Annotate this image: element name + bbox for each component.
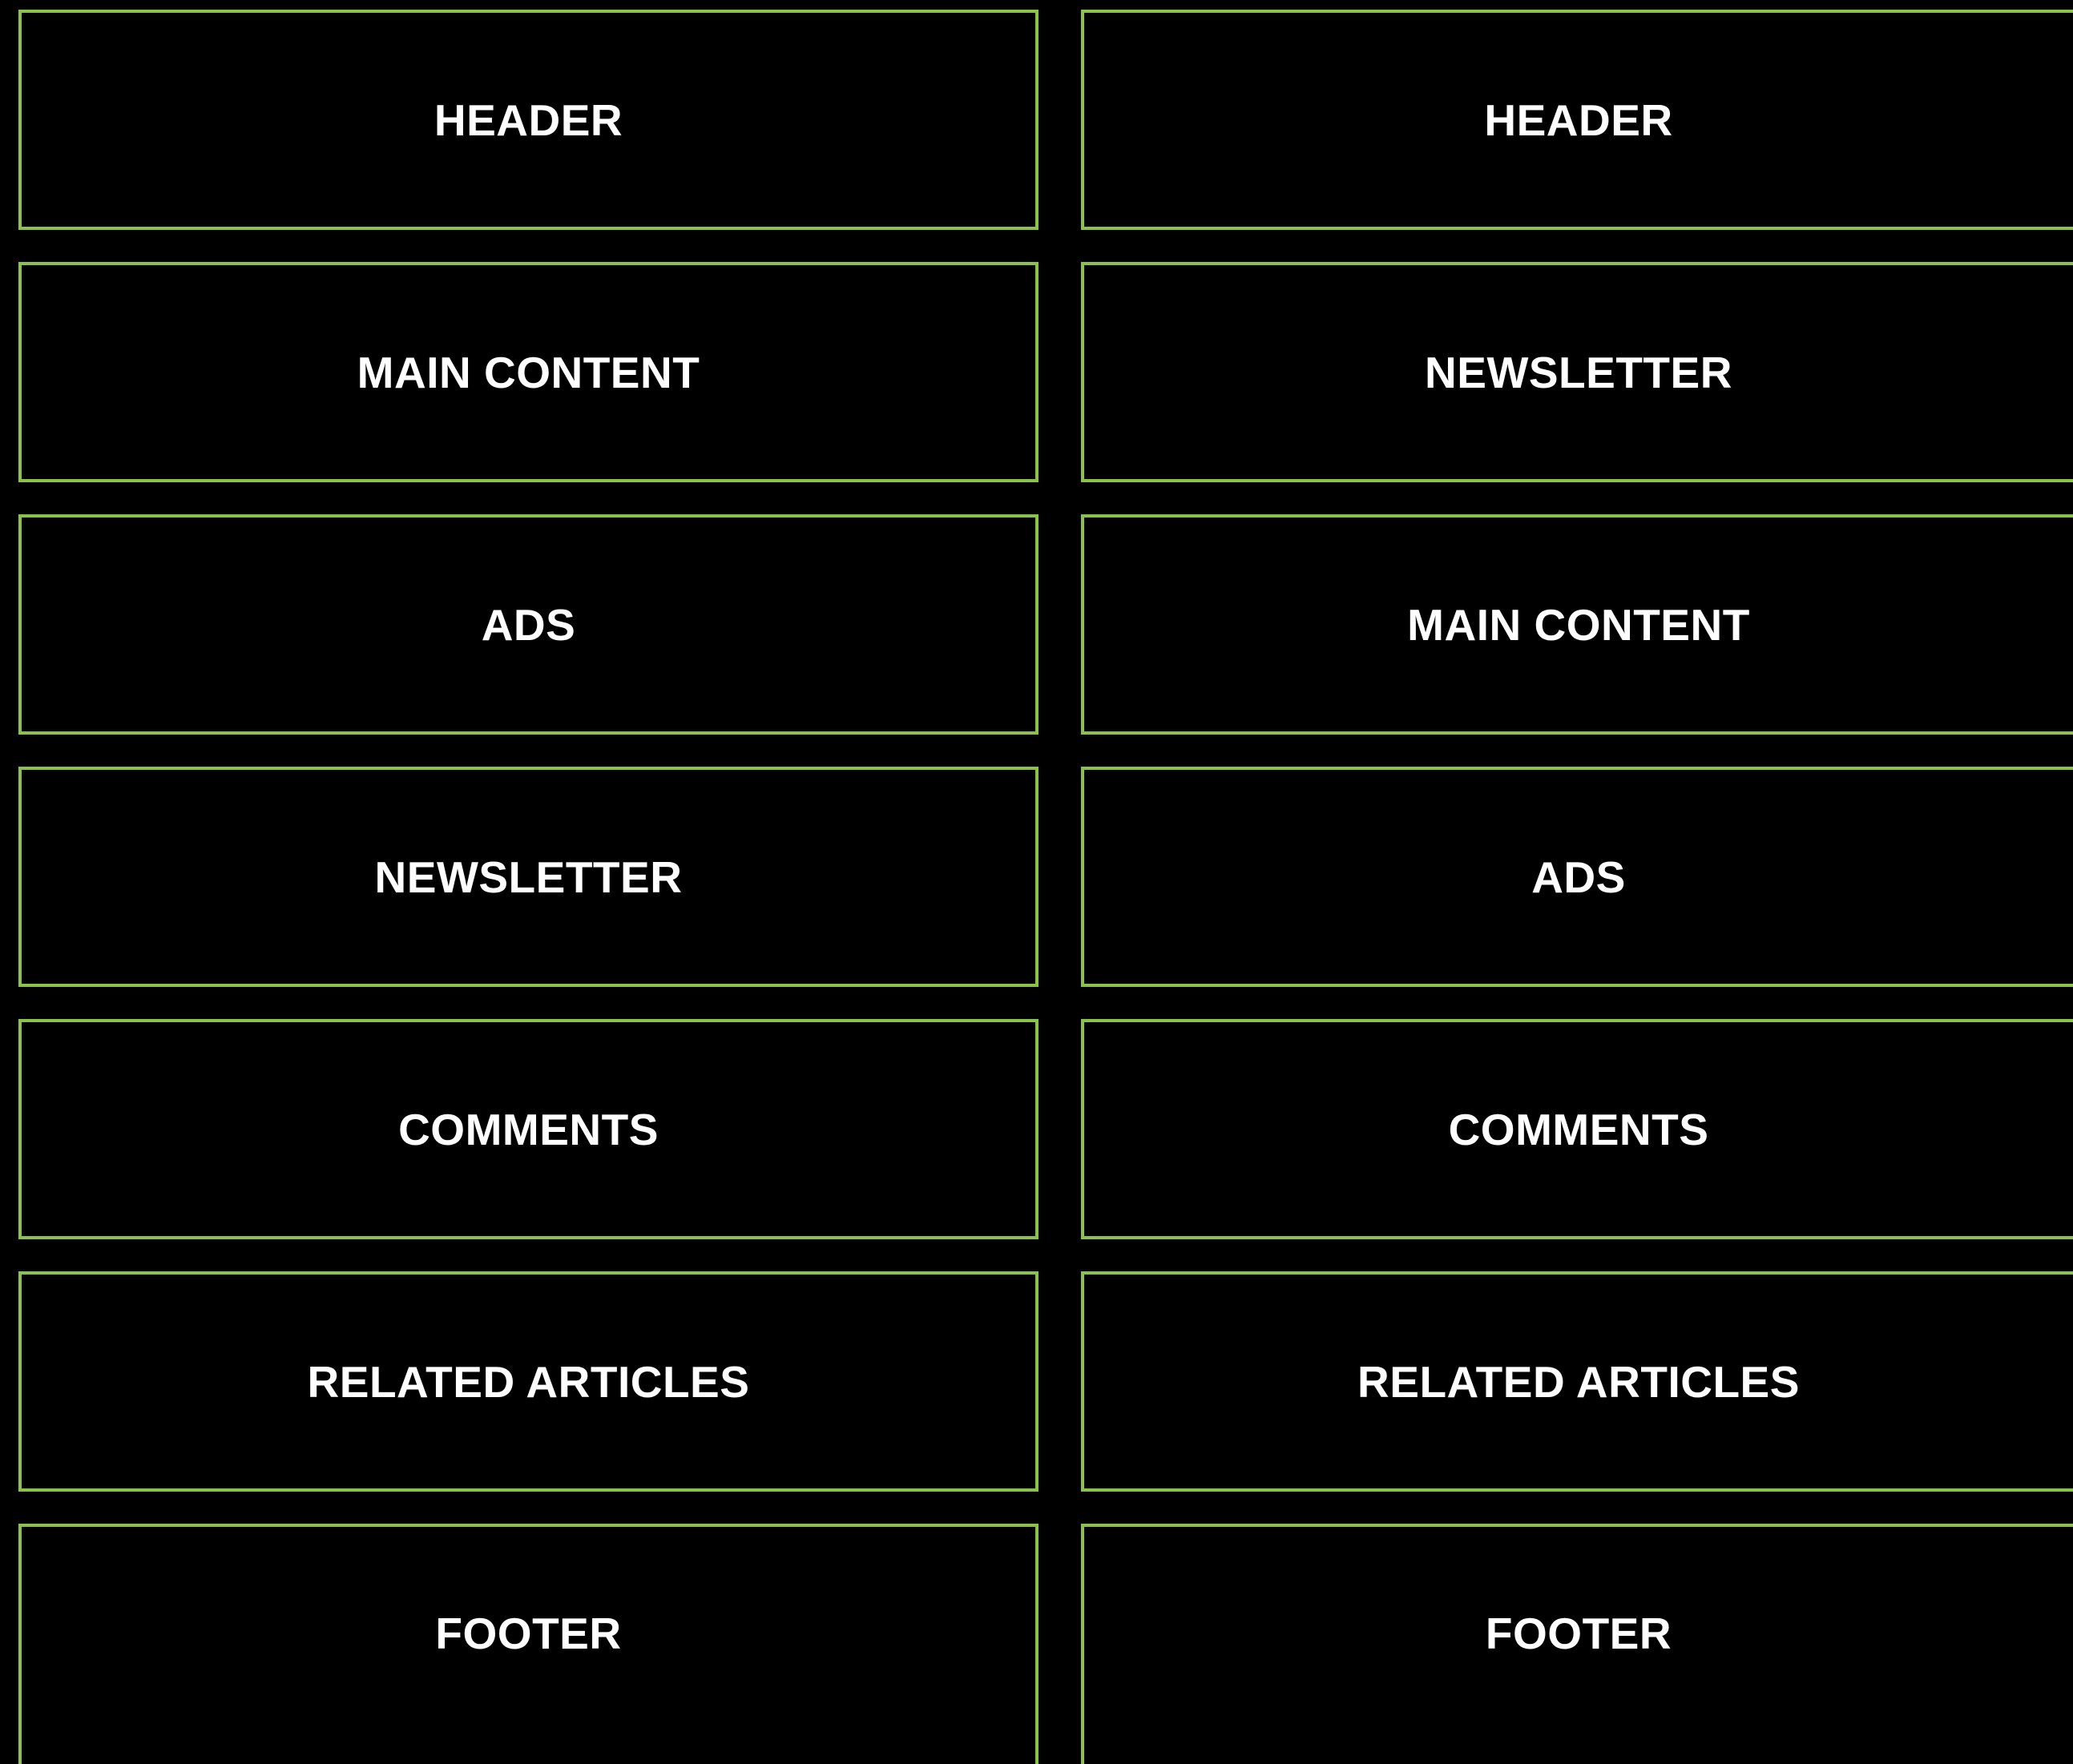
block-label: MAIN CONTENT (1407, 599, 1750, 650)
block-label: FOOTER (435, 1609, 622, 1658)
right-ads-block: ADS (1081, 767, 2073, 987)
block-label: NEWSLETTER (374, 852, 683, 902)
left-ads-block: ADS (18, 514, 1039, 735)
left-comments-block: COMMENTS (18, 1019, 1039, 1239)
block-label: NEWSLETTER (1425, 347, 1732, 397)
block-label: RELATED ARTICLES (307, 1356, 750, 1407)
left-newsletter-block: NEWSLETTER (18, 767, 1039, 987)
left-header-block: HEADER (18, 10, 1039, 230)
block-label: MAIN CONTENT (357, 347, 700, 397)
block-label: COMMENTS (398, 1104, 659, 1154)
block-label: RELATED ARTICLES (1357, 1356, 1800, 1407)
right-footer-block: FOOTER (1081, 1524, 2073, 1764)
right-main-content-block: MAIN CONTENT (1081, 514, 2073, 735)
left-related-articles-block: RELATED ARTICLES (18, 1271, 1039, 1492)
block-label: HEADER (434, 95, 623, 145)
block-label: COMMENTS (1448, 1104, 1709, 1154)
right-comments-block: COMMENTS (1081, 1019, 2073, 1239)
block-label: FOOTER (1485, 1609, 1672, 1658)
right-layout-column: HEADER NEWSLETTER MAIN CONTENT ADS COMME… (1081, 10, 2073, 1764)
left-layout-column: HEADER MAIN CONTENT ADS NEWSLETTER COMME… (18, 10, 1039, 1764)
block-label: ADS (481, 599, 576, 650)
block-label: HEADER (1484, 95, 1673, 145)
right-newsletter-block: NEWSLETTER (1081, 262, 2073, 482)
block-label: ADS (1531, 852, 1626, 902)
right-related-articles-block: RELATED ARTICLES (1081, 1271, 2073, 1492)
right-header-block: HEADER (1081, 10, 2073, 230)
left-footer-block: FOOTER (18, 1524, 1039, 1764)
left-main-content-block: MAIN CONTENT (18, 262, 1039, 482)
